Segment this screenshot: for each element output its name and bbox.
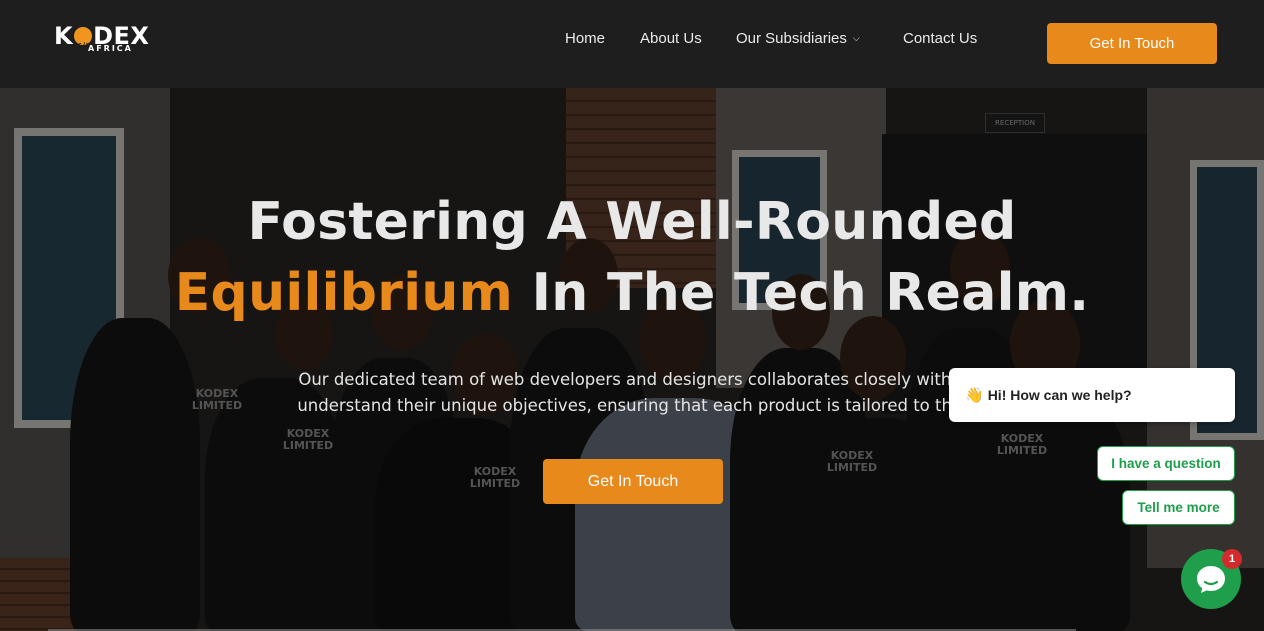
nav-contact-us[interactable]: Contact Us (903, 30, 977, 47)
chat-notification-badge: 1 (1222, 549, 1242, 569)
nav-our-subsidiaries[interactable]: Our Subsidiaries ⌵ (736, 30, 860, 47)
nav-home[interactable]: Home (565, 30, 605, 47)
chat-greeting-text: Hi! How can we help? (987, 387, 1132, 403)
chat-option-tell-more[interactable]: Tell me more (1122, 490, 1235, 525)
hero-dark-overlay (0, 88, 1264, 631)
nav-our-subsidiaries-label: Our Subsidiaries (736, 30, 847, 47)
brand-logo[interactable]: KDEX AFRICA (54, 22, 164, 59)
chevron-down-icon: ⌵ (852, 33, 860, 43)
chat-option-question[interactable]: I have a question (1097, 446, 1235, 481)
hero-title-line-2: Equilibrium In The Tech Realm. (0, 258, 1264, 328)
chat-greeting-bubble[interactable]: 👋 Hi! How can we help? (949, 368, 1235, 422)
chat-icon (1197, 566, 1225, 593)
site-header: KDEX AFRICA Home About Us Our Subsidiari… (0, 0, 1264, 88)
waving-hand-icon: 👋 (965, 387, 984, 404)
header-get-in-touch-button[interactable]: Get In Touch (1047, 23, 1217, 64)
hero-get-in-touch-button[interactable]: Get In Touch (543, 459, 723, 504)
hero-title-accent: Equilibrium (174, 263, 514, 323)
nav-about-us[interactable]: About Us (640, 30, 702, 47)
hero-title-line-1: Fostering A Well-Rounded (247, 192, 1017, 252)
hero-section: RECEPTION KODEX LIMITED KODEX LIMITED KODE… (0, 88, 1264, 631)
logo-subtitle: AFRICA (88, 44, 133, 53)
logo-code-icon (74, 27, 93, 59)
hero-title-line-2-rest: In The Tech Realm. (513, 263, 1090, 323)
